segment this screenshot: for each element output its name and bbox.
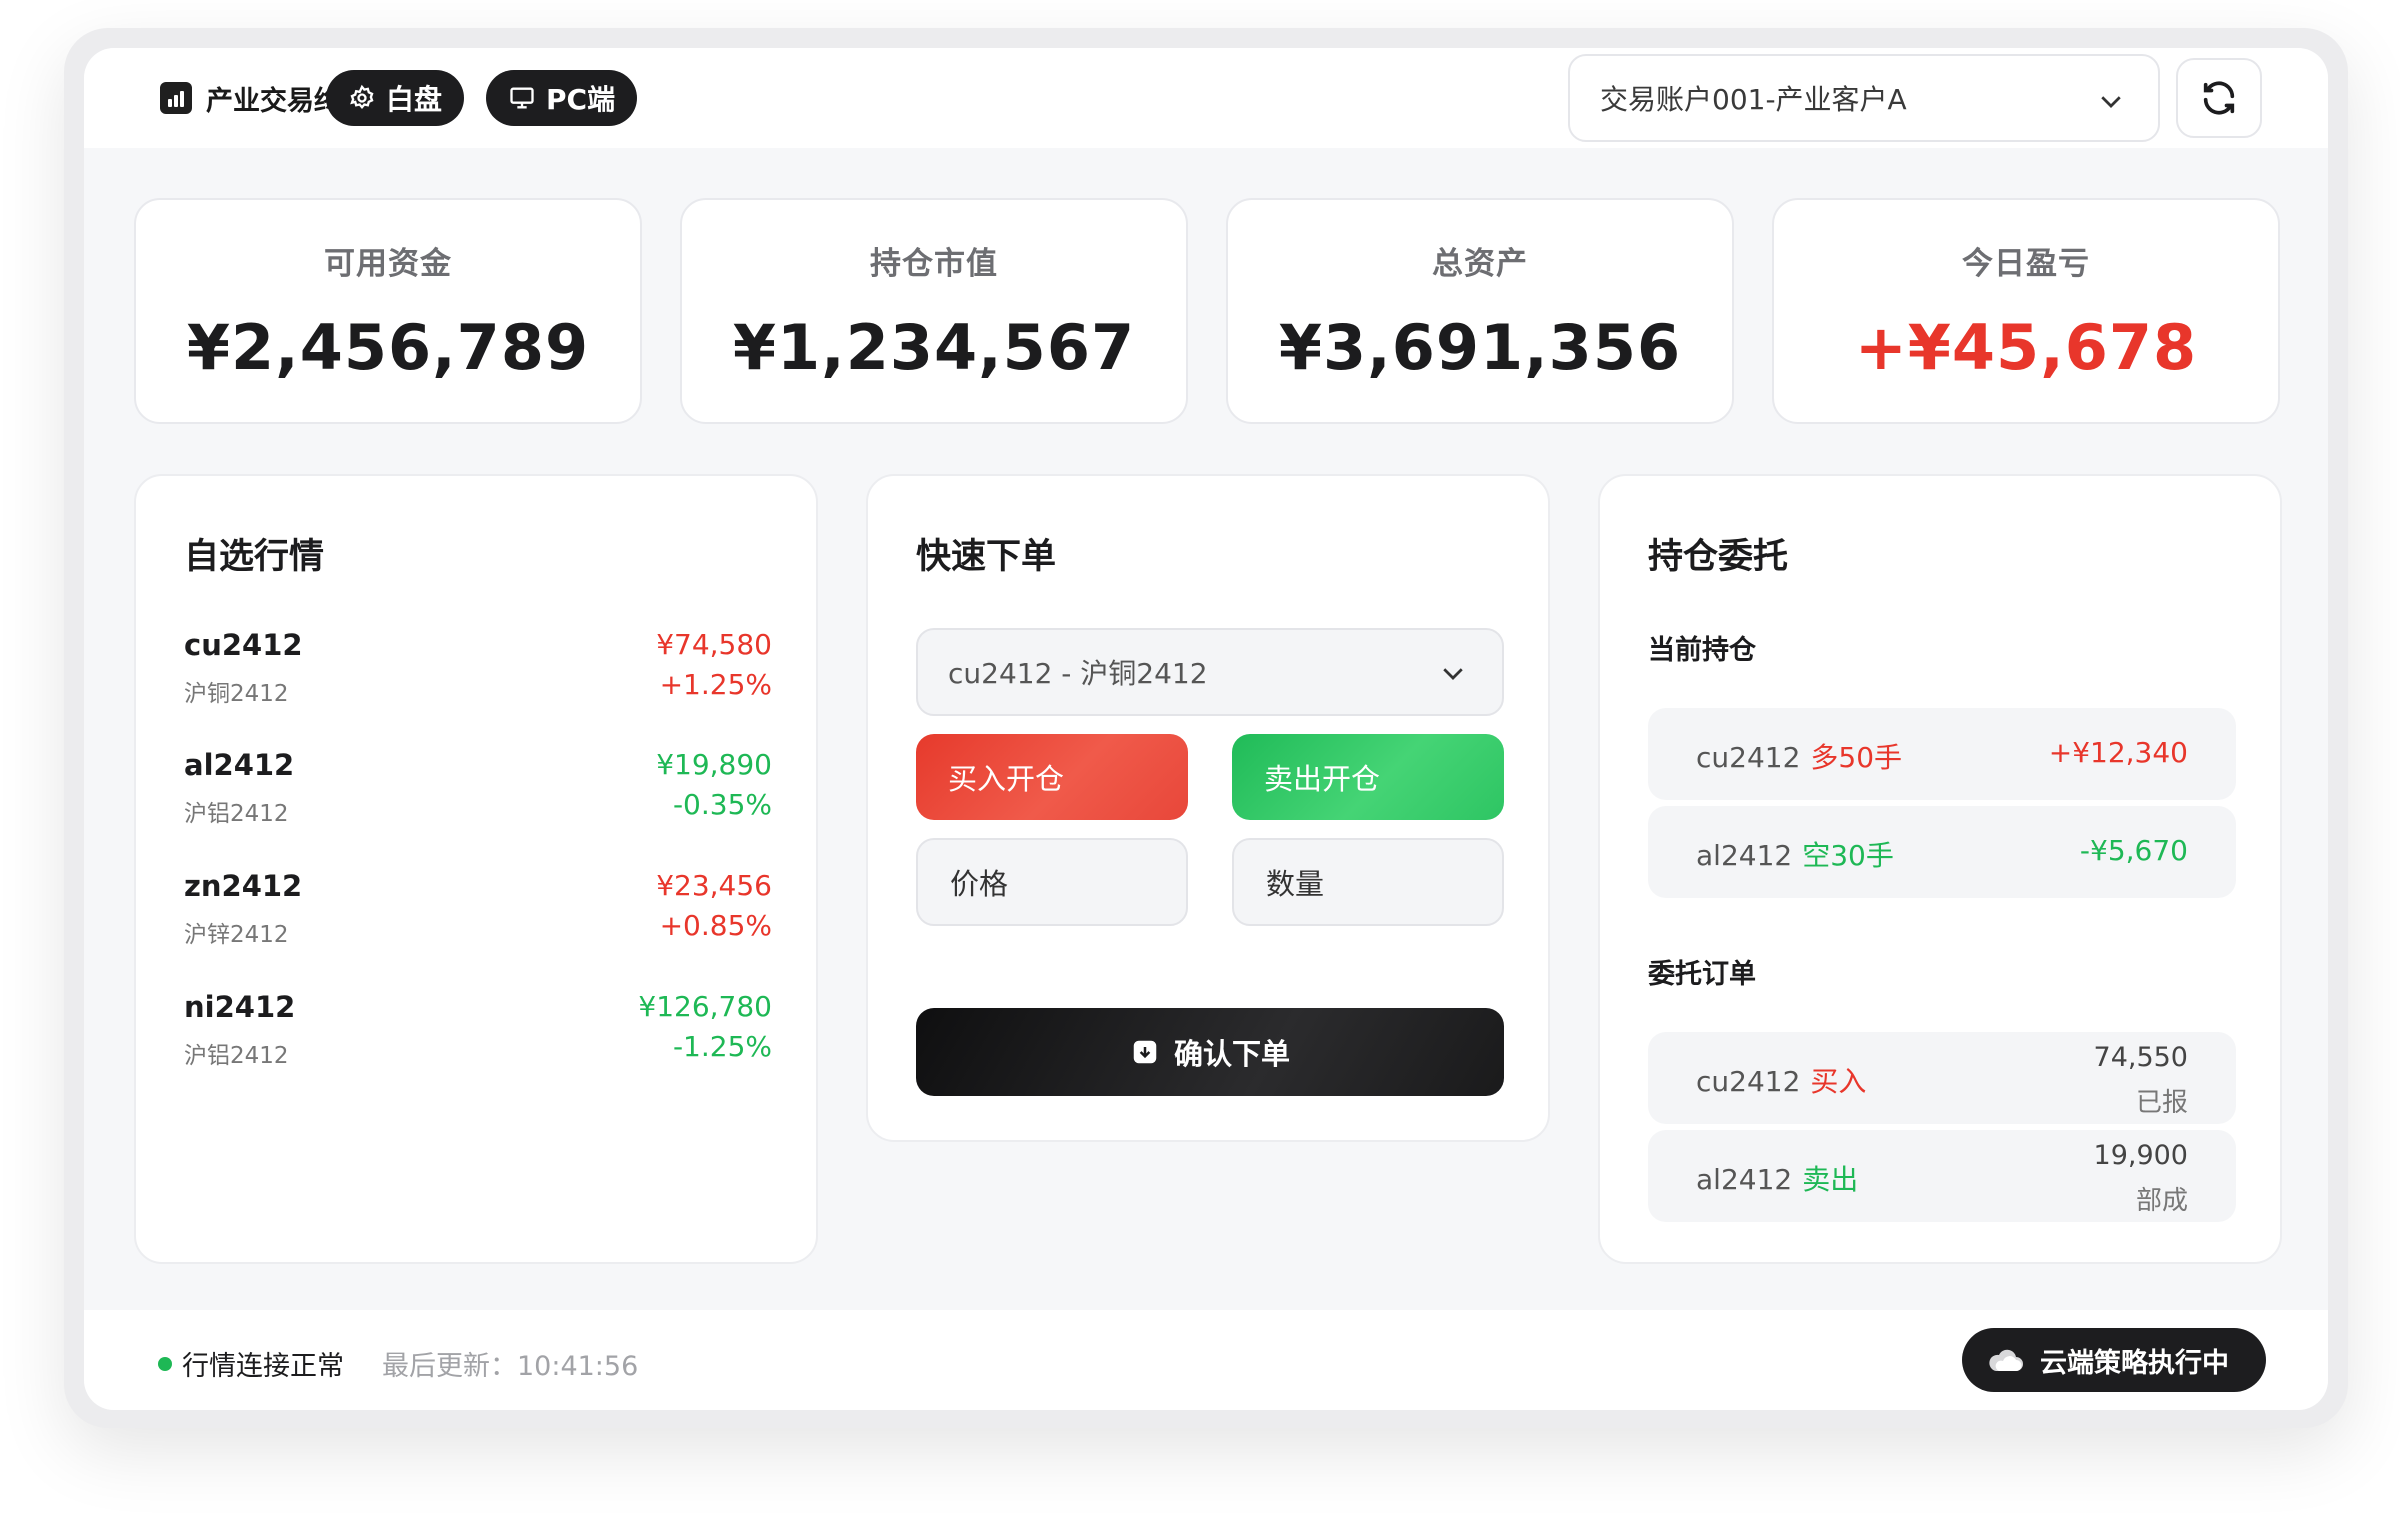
- connection-status: 行情连接正常: [158, 1344, 344, 1383]
- holding-code: cu2412: [1696, 741, 1801, 774]
- price-placeholder: 价格: [950, 867, 1009, 901]
- account-select[interactable]: 交易账户001-产业客户A: [1568, 54, 2160, 142]
- buy-open-button[interactable]: 买入开仓: [916, 734, 1188, 820]
- contract-code: zn2412: [184, 869, 303, 903]
- stat-label: 总资产: [1432, 246, 1528, 282]
- panel-title: 持仓委托: [1648, 537, 1789, 577]
- panel-title: 快速下单: [916, 537, 1057, 577]
- last-update: 最后更新：10:41:56: [382, 1351, 639, 1382]
- order-price: 74,550: [2093, 1042, 2188, 1073]
- cloud-strategy-badge[interactable]: 云端策略执行中: [1962, 1328, 2266, 1392]
- cloud-strategy-label: 云端策略执行中: [2040, 1347, 2229, 1379]
- holding-pnl: -¥5,670: [2079, 834, 2188, 867]
- stat-label: 今日盈亏: [1962, 246, 2090, 282]
- order-code-cell: cu2412 买入: [1696, 1060, 1866, 1100]
- stat-value: ¥3,691,356: [1278, 311, 1682, 384]
- stat-card-position-value: 持仓市值 ¥1,234,567: [680, 198, 1188, 424]
- stat-label: 可用资金: [324, 246, 452, 282]
- stat-card-total-assets: 总资产 ¥3,691,356: [1226, 198, 1734, 424]
- price-input[interactable]: 价格: [916, 838, 1188, 926]
- contract-code: al2412: [184, 748, 295, 782]
- platform-label: PC端: [546, 83, 616, 116]
- stat-card-available-funds: 可用资金 ¥2,456,789: [134, 198, 642, 424]
- monitor-icon: [510, 87, 534, 109]
- order-code: cu2412: [1696, 1065, 1801, 1098]
- buy-open-label: 买入开仓: [948, 762, 1065, 796]
- stat-value: +¥45,678: [1854, 311, 2198, 384]
- stat-value: ¥2,456,789: [186, 311, 590, 384]
- status-dot: [158, 1356, 172, 1371]
- order-price: 19,900: [2093, 1140, 2188, 1171]
- holding-code: al2412: [1696, 839, 1793, 872]
- contract-code: ni2412: [184, 990, 296, 1024]
- order-row[interactable]: cu2412 买入 74,550 已报: [1648, 1032, 2236, 1124]
- contract-price: ¥74,580: [656, 628, 772, 661]
- contract-name: 沪锌2412: [184, 922, 289, 948]
- confirm-order-button[interactable]: 确认下单: [916, 1008, 1504, 1096]
- stat-value: ¥1,234,567: [732, 311, 1136, 384]
- refresh-button[interactable]: [2176, 58, 2262, 138]
- order-code-cell: al2412 卖出: [1696, 1158, 1858, 1198]
- download-box-icon: [1133, 1040, 1157, 1064]
- gear-icon: [350, 84, 374, 109]
- quantity-placeholder: 数量: [1266, 867, 1325, 901]
- sell-open-button[interactable]: 卖出开仓: [1232, 734, 1504, 820]
- holding-row[interactable]: al2412 空30手 -¥5,670: [1648, 806, 2236, 898]
- status-bar: 行情连接正常 最后更新：10:41:56 云端策略执行中: [84, 1310, 2328, 1410]
- quantity-input[interactable]: 数量: [1232, 838, 1504, 926]
- theme-label: 白盘: [386, 83, 443, 116]
- cloud-icon: [1989, 1349, 2023, 1371]
- sell-open-label: 卖出开仓: [1264, 762, 1381, 796]
- watchlist-panel: 自选行情 cu2412 沪铜2412 ¥74,580 +1.25% al2412…: [134, 474, 818, 1264]
- order-status: 已报: [2135, 1088, 2188, 1118]
- contract-change: +0.85%: [659, 909, 772, 942]
- holding-code-cell: al2412 空30手: [1696, 834, 1894, 874]
- order-code: al2412: [1696, 1163, 1793, 1196]
- quick-order-panel: 快速下单 cu2412 - 沪铜2412 买入开仓 卖出开仓 价格 数量 确认下…: [866, 474, 1550, 1142]
- chevron-down-icon: [2101, 96, 2121, 108]
- app-window: 产业交易终端 白盘 PC端 交易账户001-产业客户A 可用资金 ¥2,456,…: [84, 48, 2328, 1410]
- contract-change: +1.25%: [659, 668, 772, 701]
- contract-select[interactable]: cu2412 - 沪铜2412: [916, 628, 1504, 716]
- watchlist-item[interactable]: ni2412 沪铝2412 ¥126,780 -1.25%: [184, 990, 772, 1074]
- positions-panel: 持仓委托 当前持仓 cu2412 多50手 +¥12,340 al2412 空30手…: [1598, 474, 2282, 1264]
- holdings-title: 当前持仓: [1648, 635, 1756, 666]
- contract-selected-value: cu2412 - 沪铜2412: [948, 657, 1208, 690]
- platform-toggle-button[interactable]: PC端: [486, 70, 638, 126]
- theme-toggle-button[interactable]: 白盘: [326, 70, 465, 126]
- order-side: 买入: [1810, 1065, 1867, 1098]
- order-status: 部成: [2135, 1186, 2188, 1216]
- account-selected-value: 交易账户001-产业客户A: [1600, 83, 1907, 116]
- holding-side: 空30手: [1802, 839, 1894, 872]
- confirm-order-label: 确认下单: [1173, 1037, 1290, 1071]
- watchlist-item[interactable]: cu2412 沪铜2412 ¥74,580 +1.25%: [184, 628, 772, 712]
- contract-price: ¥19,890: [656, 748, 772, 781]
- panel-title: 自选行情: [184, 537, 325, 577]
- contract-price: ¥23,456: [656, 869, 772, 902]
- connection-label: 行情连接正常: [182, 1351, 344, 1382]
- bar-chart-icon: [160, 82, 192, 114]
- contract-price: ¥126,780: [638, 990, 772, 1023]
- contract-change: -1.25%: [672, 1030, 772, 1063]
- contract-code: cu2412: [184, 628, 303, 662]
- contract-name: 沪铝2412: [184, 801, 289, 827]
- holding-side: 多50手: [1810, 741, 1903, 774]
- refresh-icon: [2203, 81, 2235, 115]
- chevron-down-icon: [1443, 668, 1463, 680]
- stat-label: 持仓市值: [870, 246, 998, 282]
- orders-title: 委托订单: [1648, 959, 1756, 990]
- watchlist-item[interactable]: al2412 沪铝2412 ¥19,890 -0.35%: [184, 748, 772, 832]
- holding-code-cell: cu2412 多50手: [1696, 736, 1902, 776]
- stat-card-daily-pnl: 今日盈亏 +¥45,678: [1772, 198, 2280, 424]
- holding-row[interactable]: cu2412 多50手 +¥12,340: [1648, 708, 2236, 800]
- top-bar: 产业交易终端 白盘 PC端 交易账户001-产业客户A: [84, 48, 2328, 148]
- contract-name: 沪铜2412: [184, 681, 289, 707]
- contract-change: -0.35%: [672, 788, 772, 821]
- contract-name: 沪铝2412: [184, 1043, 289, 1069]
- order-row[interactable]: al2412 卖出 19,900 部成: [1648, 1130, 2236, 1222]
- watchlist-item[interactable]: zn2412 沪锌2412 ¥23,456 +0.85%: [184, 869, 772, 953]
- holding-pnl: +¥12,340: [2048, 736, 2188, 769]
- order-side: 卖出: [1802, 1163, 1859, 1196]
